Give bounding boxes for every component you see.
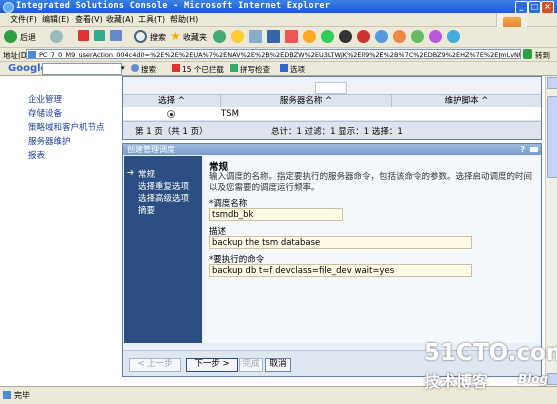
search-icon[interactable]	[134, 30, 147, 43]
spellcheck-icon	[230, 64, 238, 72]
table-footer: 第 1 页（共 1 页） 总计：1 过滤：1 显示：1 选择：1	[123, 121, 541, 139]
description-input[interactable]: backup the tsm database	[209, 236, 472, 249]
toolbar: 后退 搜索 ★ 收藏夹	[0, 27, 557, 48]
tool-icon-6[interactable]	[429, 30, 442, 43]
print-icon[interactable]	[249, 30, 262, 43]
popup-blocker-icon	[172, 64, 180, 72]
section-description: 输入调度的名称。指定要执行的服务器命令，包括该命令的参数。选择启动调度的时间以及…	[209, 172, 533, 193]
spellcheck-button[interactable]: 拼写检查	[240, 64, 270, 75]
favorites-label[interactable]: 收藏夹	[183, 32, 207, 43]
options-icon	[280, 64, 288, 72]
window-title: Integrated Solutions Console - Microsoft…	[16, 1, 331, 11]
google-toolbar: Google ▾ 搜索 15 个已拦截 拼写检查 选项	[0, 62, 557, 76]
status-text: 完毕	[14, 391, 30, 400]
go-icon[interactable]	[523, 49, 532, 59]
google-search-button[interactable]: 搜索	[141, 64, 156, 75]
finish-button[interactable]: 完成	[239, 358, 263, 372]
search-label[interactable]: 搜索	[150, 32, 166, 43]
table-action-select[interactable]	[315, 82, 347, 94]
table-summary: 总计：1 过滤：1 显示：1 选择：1	[271, 127, 403, 137]
menu-view[interactable]: 查看(V)	[75, 14, 103, 25]
go-label[interactable]: 转到	[535, 50, 550, 61]
step-advanced-options[interactable]: 选择高级选项	[138, 192, 189, 204]
mail-icon[interactable]	[231, 30, 244, 43]
column-header-maintenance-script[interactable]: 维护脚本 ^	[392, 95, 541, 107]
popup-blocked-count[interactable]: 15 个已拦截	[182, 64, 224, 75]
tool-icon-1[interactable]	[321, 30, 334, 43]
address-input[interactable]: PC_7_0_M9_userAction_004c4d0=%2E%2E%2EUA…	[26, 49, 521, 59]
help-icon[interactable]: ?	[520, 144, 525, 155]
options-button[interactable]: 选项	[290, 64, 305, 75]
table-toolbar	[123, 77, 541, 95]
tool-icon-5[interactable]	[411, 30, 424, 43]
back-icon[interactable]	[4, 30, 17, 43]
tool-icon-4[interactable]	[393, 30, 406, 43]
tool-icon-2[interactable]	[357, 30, 370, 43]
title-bar: Integrated Solutions Console - Microsoft…	[0, 0, 557, 14]
next-button[interactable]: 下一步 >	[186, 358, 238, 372]
page-indicator: 第 1 页（共 1 页）	[135, 127, 208, 137]
tool-icon-3[interactable]	[375, 30, 388, 43]
previous-button[interactable]: < 上一步	[129, 358, 181, 372]
menu-bar: 文件(F) 编辑(E) 查看(V) 收藏(A) 工具(T) 帮助(H)	[0, 13, 557, 27]
server-table: 选择 ^ 服务器名称 ^ 维护脚本 ^ TSM 第 1 页（共 1 页） 总计：…	[122, 76, 542, 140]
minimize-panel-icon[interactable]	[530, 147, 538, 152]
menu-tools[interactable]: 工具(T)	[138, 14, 165, 25]
watermark-blog: 技术博客	[424, 372, 489, 391]
menu-file[interactable]: 文件(F)	[10, 14, 37, 25]
column-header-select[interactable]: 选择 ^	[123, 95, 221, 107]
address-bar: 地址(D) PC_7_0_M9_userAction_004c4d0=%2E%2…	[0, 48, 557, 62]
schedule-name-input[interactable]: tsmdb_bk	[209, 208, 343, 221]
step-summary[interactable]: 摘要	[138, 204, 155, 216]
favorites-icon[interactable]: ★	[170, 30, 181, 42]
table-row[interactable]: TSM	[123, 108, 541, 121]
wizard-main: 常规 输入调度的名称。指定要执行的服务器命令，包括该命令的参数。选择启动调度的时…	[204, 156, 540, 343]
chevron-down-icon[interactable]: ▾	[121, 64, 125, 72]
messenger-icon[interactable]	[285, 30, 298, 43]
home-icon[interactable]	[110, 30, 122, 41]
scroll-up-icon[interactable]	[547, 77, 557, 89]
server-name-cell: TSM	[221, 109, 239, 119]
column-header-server-name[interactable]: 服务器名称 ^	[221, 95, 392, 107]
section-heading: 常规	[209, 162, 229, 173]
command-input[interactable]: backup db t=f devclass=file_dev wait=yes	[209, 264, 472, 277]
google-search-input[interactable]	[42, 63, 122, 75]
sidebar-item-server-maintenance[interactable]: 服务器维护	[28, 135, 71, 147]
page-icon	[28, 51, 36, 58]
wizard-steps: ➔ 常规 选择重复选项 选择高级选项 摘要	[124, 156, 202, 343]
menu-edit[interactable]: 编辑(E)	[42, 14, 69, 25]
menu-help[interactable]: 帮助(H)	[170, 14, 198, 25]
research-icon[interactable]	[303, 30, 316, 43]
back-label[interactable]: 后退	[20, 32, 36, 43]
edit-icon[interactable]	[267, 30, 280, 43]
active-step-arrow-icon: ➔	[127, 168, 135, 178]
google-search-icon[interactable]	[131, 64, 139, 72]
refresh-icon[interactable]	[94, 30, 105, 41]
step-general[interactable]: 常规	[138, 168, 155, 180]
stop-icon[interactable]	[78, 30, 89, 41]
wizard-title: 创建管理调度	[127, 145, 175, 154]
watermark-site: 51CTO.com	[424, 340, 557, 366]
scroll-down-icon[interactable]	[547, 373, 557, 385]
step-repeat-options[interactable]: 选择重复选项	[138, 180, 189, 192]
page-status-icon	[3, 391, 11, 399]
sidebar-item-policy-domains[interactable]: 策略域和客户机节点	[28, 121, 105, 133]
sidebar-item-enterprise[interactable]: 企业管理	[28, 93, 62, 105]
wizard-title-bar: 创建管理调度 ?	[123, 144, 541, 155]
cancel-button[interactable]: 取消	[265, 358, 291, 372]
forward-icon[interactable]	[50, 30, 63, 43]
ie-icon	[3, 2, 14, 13]
media-icon[interactable]	[213, 30, 226, 43]
row-radio-button[interactable]	[167, 110, 175, 118]
qq-icon[interactable]	[339, 30, 352, 43]
menu-favorites[interactable]: 收藏(A)	[106, 14, 134, 25]
sidebar-item-storage[interactable]: 存储设备	[28, 107, 62, 119]
tool-icon-7[interactable]	[447, 30, 460, 43]
scroll-thumb[interactable]	[547, 96, 557, 178]
sidebar-item-reports[interactable]: 报表	[28, 149, 45, 161]
watermark-blog-en: Blog	[518, 372, 549, 386]
